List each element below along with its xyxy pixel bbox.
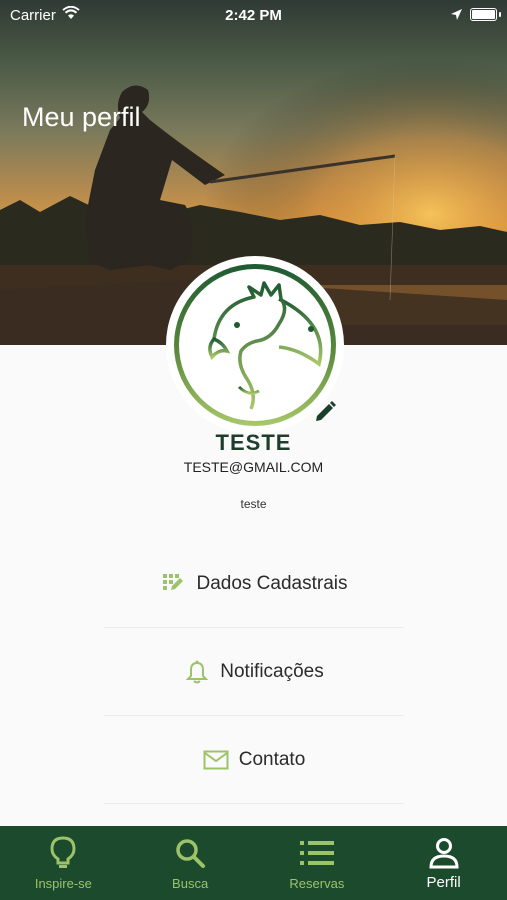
page-title: Meu perfil <box>22 102 141 132</box>
user-icon <box>427 836 461 870</box>
menu-item-label: Notificações <box>220 660 324 682</box>
location-arrow-icon <box>450 8 463 25</box>
lightbulb-icon <box>46 836 80 870</box>
tab-busca[interactable]: Busca <box>127 826 254 900</box>
form-grid-icon <box>160 571 186 597</box>
profile-screen: Carrier 2:42 PM Meu perfil TESTE TESTE@G… <box>0 0 507 900</box>
profile-name: TESTE <box>215 430 292 455</box>
bird-fish-logo-icon <box>208 281 323 410</box>
avatar-image <box>179 269 331 421</box>
edit-pencil-icon[interactable] <box>312 399 338 425</box>
profile-bio: teste <box>240 497 267 511</box>
menu-item-dados-cadastrais[interactable]: Dados Cadastrais <box>104 540 404 628</box>
tab-label: Perfil <box>426 874 461 891</box>
battery-tip <box>499 12 501 17</box>
tab-perfil[interactable]: Perfil <box>380 826 507 900</box>
status-bar: Carrier 2:42 PM <box>0 0 507 32</box>
envelope-icon <box>203 747 229 773</box>
tab-label: Reservas <box>289 876 345 891</box>
tab-label: Inspire-se <box>34 876 92 891</box>
profile-email: TESTE@GMAIL.COM <box>183 459 324 475</box>
tab-label: Busca <box>172 876 209 891</box>
list-icon <box>299 836 334 870</box>
profile-menu: Dados Cadastrais Notificações Contato <box>104 540 404 804</box>
bell-icon <box>184 659 210 685</box>
bottom-tab-bar: Inspire-se Busca Reservas Perfil <box>0 826 507 900</box>
clock-time: 2:42 PM <box>225 7 282 24</box>
menu-item-notificacoes[interactable]: Notificações <box>104 628 404 716</box>
tab-reservas[interactable]: Reservas <box>254 826 381 900</box>
battery-icon <box>470 8 497 21</box>
search-icon <box>173 836 207 870</box>
menu-item-contato[interactable]: Contato <box>104 716 404 804</box>
tab-inspire-se[interactable]: Inspire-se <box>0 826 127 900</box>
menu-item-label: Dados Cadastrais <box>196 572 348 594</box>
menu-item-label: Contato <box>238 748 306 770</box>
